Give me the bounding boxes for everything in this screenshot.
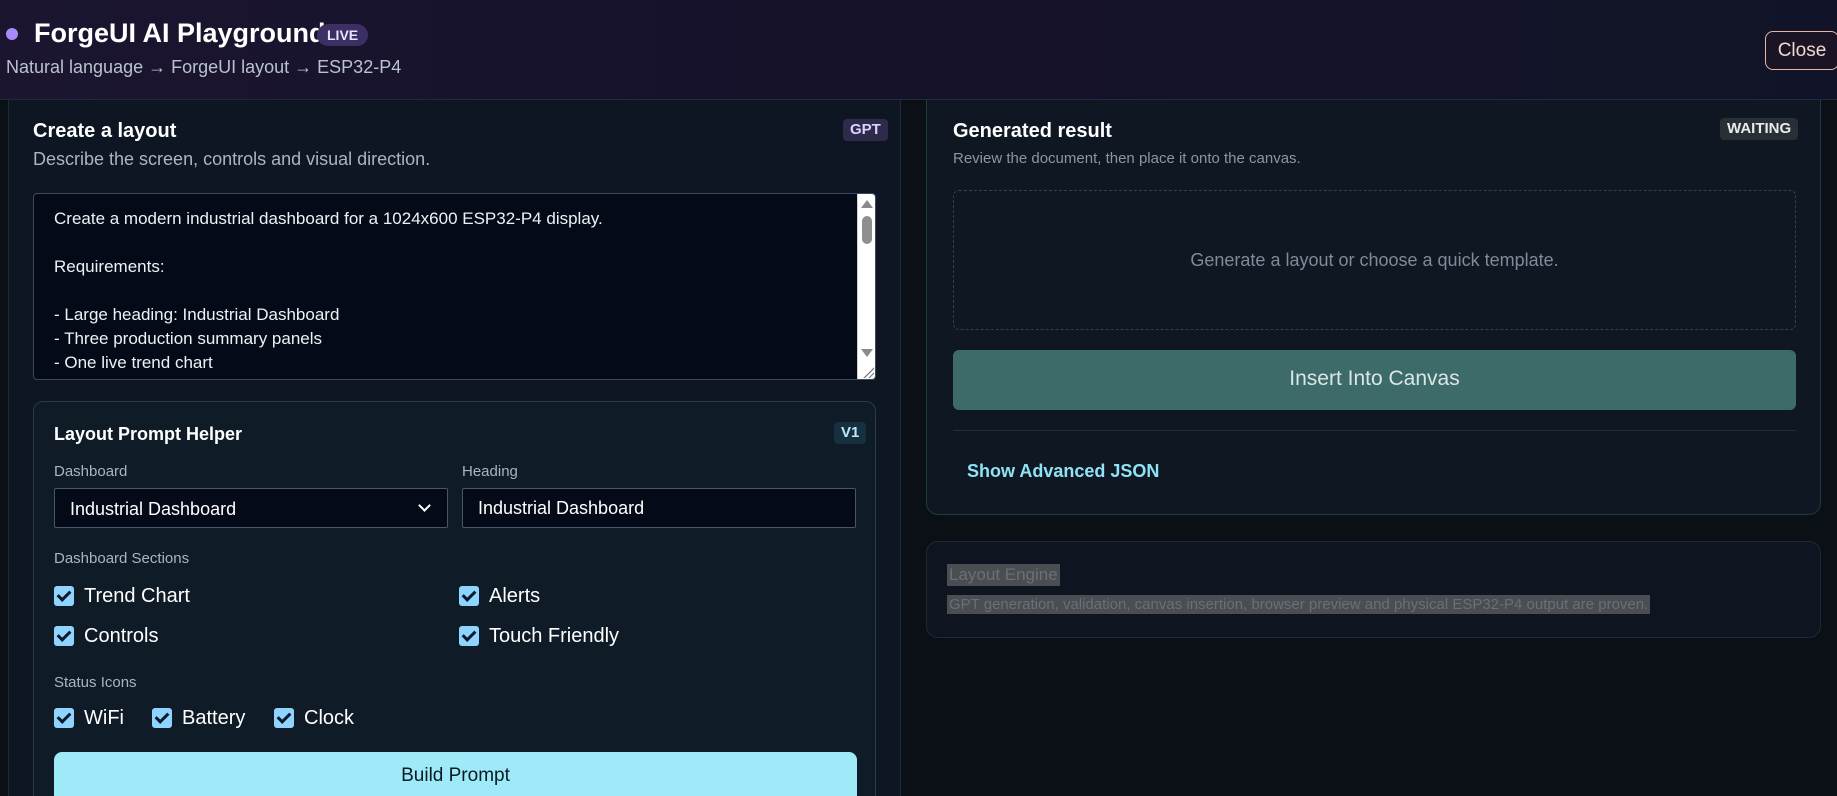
checkbox-label: Battery: [182, 706, 246, 729]
checkbox-checked-icon[interactable]: [54, 626, 74, 646]
v1-tag: V1: [834, 422, 867, 444]
checkbox-label: WiFi: [84, 706, 124, 729]
generated-result-panel: Generated result WAITING Review the docu…: [926, 100, 1821, 515]
checkbox-checked-icon[interactable]: [459, 626, 479, 646]
divider: [953, 430, 1796, 431]
prompt-text[interactable]: Create a modern industrial dashboard for…: [54, 207, 844, 379]
sections-label: Dashboard Sections: [54, 550, 190, 567]
show-advanced-json-link[interactable]: Show Advanced JSON: [967, 461, 1159, 482]
checkbox-checked-icon[interactable]: [54, 708, 74, 728]
checkbox-trend-chart[interactable]: Trend Chart: [54, 584, 190, 608]
create-layout-description: Describe the screen, controls and visual…: [33, 149, 431, 169]
checkbox-checked-icon[interactable]: [54, 586, 74, 606]
helper-title: Layout Prompt Helper: [54, 424, 243, 444]
app-title: ForgeUI AI Playground: [34, 18, 326, 48]
status-dot-icon: [6, 28, 18, 40]
checkbox-label: Trend Chart: [84, 584, 190, 607]
layout-engine-description: GPT generation, validation, canvas inser…: [947, 595, 1651, 614]
generated-result-title: Generated result: [953, 120, 1112, 142]
layout-engine-card: Layout Engine GPT generation, validation…: [926, 541, 1821, 638]
checkbox-controls[interactable]: Controls: [54, 624, 158, 648]
checkbox-wifi[interactable]: WiFi: [54, 706, 124, 730]
resize-grip-icon[interactable]: [862, 366, 874, 378]
checkbox-touch-friendly[interactable]: Touch Friendly: [459, 624, 619, 648]
layout-engine-title: Layout Engine: [947, 564, 1060, 586]
heading-label: Heading: [462, 463, 518, 480]
checkbox-checked-icon[interactable]: [274, 708, 294, 728]
create-layout-panel: Create a layout GPT Describe the screen,…: [8, 100, 901, 796]
checkbox-label: Controls: [84, 624, 159, 647]
scroll-up-icon[interactable]: [861, 200, 873, 208]
checkbox-checked-icon[interactable]: [459, 586, 479, 606]
heading-input[interactable]: [462, 488, 856, 528]
prompt-textarea[interactable]: Create a modern industrial dashboard for…: [33, 193, 876, 380]
layout-prompt-helper: Layout Prompt Helper V1 Dashboard Indust…: [33, 401, 876, 796]
close-button[interactable]: Close: [1765, 31, 1837, 70]
prompt-scrollbar[interactable]: [857, 194, 875, 379]
gpt-tag: GPT: [843, 119, 888, 141]
result-empty-state: Generate a layout or choose a quick temp…: [953, 190, 1796, 330]
live-badge: LIVE: [317, 24, 369, 46]
build-prompt-button[interactable]: Build Prompt: [54, 752, 857, 796]
waiting-badge: WAITING: [1720, 118, 1799, 140]
app-header: ForgeUI AI Playground LIVE Natural langu…: [0, 0, 1837, 100]
status-icons-label: Status Icons: [54, 674, 137, 691]
insert-into-canvas-button[interactable]: Insert Into Canvas: [953, 350, 1796, 410]
checkbox-battery[interactable]: Battery: [152, 706, 245, 730]
checkbox-alerts[interactable]: Alerts: [459, 584, 540, 608]
empty-state-text: Generate a layout or choose a quick temp…: [1190, 250, 1559, 270]
dashboard-label: Dashboard: [54, 463, 128, 480]
dashboard-select-value: Industrial Dashboard: [70, 499, 237, 519]
checkbox-label: Touch Friendly: [489, 624, 620, 647]
checkbox-label: Alerts: [489, 584, 541, 607]
create-layout-title: Create a layout: [33, 120, 177, 142]
checkbox-label: Clock: [304, 706, 355, 729]
dashboard-select[interactable]: Industrial Dashboard: [54, 488, 448, 528]
checkbox-checked-icon[interactable]: [152, 708, 172, 728]
checkbox-clock[interactable]: Clock: [274, 706, 354, 730]
generated-result-description: Review the document, then place it onto …: [953, 150, 1301, 167]
scroll-down-icon[interactable]: [861, 349, 873, 357]
scroll-thumb[interactable]: [862, 216, 872, 244]
chevron-down-icon: [418, 499, 431, 512]
app-subtitle: Natural language → ForgeUI layout → ESP3…: [6, 57, 402, 77]
